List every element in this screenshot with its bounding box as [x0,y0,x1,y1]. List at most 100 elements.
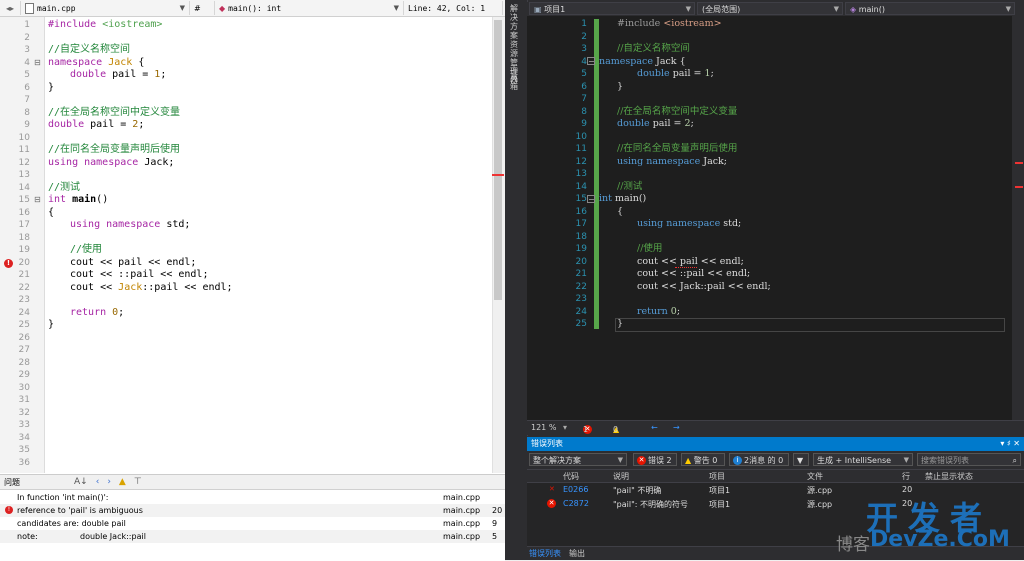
problem-message: note: [17,532,38,541]
line-number: 17 [18,220,30,230]
chevron-down-icon: ▼ [393,4,399,12]
function-dropdown[interactable]: ◈ main() ▼ [845,2,1015,15]
errors-filter-label: 错误 2 [648,456,672,465]
problem-message: reference to 'pail' is ambiguous [17,506,143,515]
error-list-toolbar: 整个解决方案 ▼ ✕ 错误 2 ▲ 警告 0 i 2消息 的 0 ▼ 生成 + In… [527,451,1024,469]
zoom-level[interactable]: 121 % [531,423,556,432]
sort-icon[interactable]: A↓ [74,477,88,487]
vs-code-line: cout << Jack::pail << endl; [637,280,771,292]
chevron-down-icon[interactable]: ▾ [563,423,567,432]
previous-icon[interactable]: ‹ [96,477,100,487]
line-number: 3 [581,44,587,54]
vs-code-line: //自定义名称空间 [617,43,690,54]
line-number: 25 [18,320,30,330]
line-number: 21 [18,270,30,280]
line-number: 2 [24,32,30,43]
tab-solution-explorer[interactable]: 解决方案资源管理器 [510,4,522,85]
line-number: 22 [575,281,587,292]
watermark-prefix: 博客 [836,535,870,555]
error-file: 源.cpp [807,486,833,495]
line-number: 16 [575,206,587,217]
line-number: 7 [24,95,30,105]
line-number: 32 [18,407,30,418]
column-project[interactable]: 项目 [709,471,725,482]
next-icon[interactable]: › [107,477,111,487]
error-project: 项目1 [709,486,731,495]
problem-row[interactable]: In function 'int main()': main.cpp [0,491,505,504]
code-token: int [48,194,67,205]
code-token: double [617,118,650,129]
line-number: 36 [18,457,30,468]
warnings-filter-button[interactable]: ▲ 警告 0 [681,453,725,466]
column-line[interactable]: 行 [902,471,910,482]
scope-dropdown[interactable]: (全局范围) ▼ [697,2,843,15]
column-description[interactable]: 说明 [613,471,629,482]
line-number: 30 [18,382,30,393]
search-input[interactable]: 搜索错误列表 ⌕ [917,453,1021,466]
code-area[interactable]: #include <iostream> //自定义名称空间 namespace … [48,17,488,473]
problem-row[interactable]: ! reference to 'pail' is ambiguous main.… [0,504,505,517]
build-filter-dropdown[interactable]: 生成 + IntelliSense ▼ [813,453,913,466]
column-code[interactable]: 代码 [563,471,579,482]
collapse-icon[interactable]: ⊟ [34,194,41,207]
chevron-down-icon: ▼ [1005,5,1011,13]
collapse-icon[interactable]: − [587,195,595,204]
warning-count-label: 0 [613,425,619,434]
messages-filter-button[interactable]: i 2消息 的 0 [729,453,789,466]
tab-error-list[interactable]: 错误列表 [529,548,561,559]
navigate-back-icon[interactable]: ← [651,423,658,432]
code-token: #include [48,19,97,30]
file-selector[interactable]: main.cpp ▼ [21,1,190,15]
code-token: pail = [649,118,685,129]
line-number: 11 [575,144,587,154]
column-suppression[interactable]: 禁止显示状态 [925,471,973,482]
problem-file: main.cpp [443,519,481,528]
function-selector[interactable]: ◆ main(): int ▼ [215,1,404,15]
line-number: 24 [575,306,587,317]
code-token: int [599,193,612,204]
code-token: double [637,68,670,79]
line-number: 14 [575,181,587,192]
vs-code-line: } [617,80,624,92]
vs-code-line: #include <iostream> [617,18,722,31]
code-line: return 0; [70,307,124,320]
collapse-icon[interactable]: ⊟ [34,57,41,70]
navigate-forward-icon[interactable]: → [673,423,680,432]
problem-file: main.cpp [443,506,481,515]
error-code[interactable]: E0266 [563,485,588,494]
line-number: 10 [18,132,30,143]
vs-code-line: int main() [599,193,646,206]
vs-code-editor[interactable]: 1 2 3 4 5 6 7 8 9 10 11 12 13 14 15 16 17 18 19 20 21 22 23 24 2… [527,16,1024,420]
panel-controls[interactable]: ▾ ♯ ✕ [1000,437,1020,451]
editor-toolbar: ◂▸ main.cpp ▼ # ◆ main(): int ▼ Line: 42… [0,0,505,17]
code-token: ; [138,119,145,130]
code-token: Jack; [138,156,175,168]
vs-code-line: cout << ::pail << endl; [637,268,751,279]
error-list-title: 错误列表 [531,439,563,448]
errors-filter-button[interactable]: ✕ 错误 2 [633,453,677,466]
function-icon: ◆ [219,3,226,13]
filter-icon[interactable]: ▼ [793,453,809,466]
filter-icon[interactable]: ⊤ [134,477,142,487]
tab-output[interactable]: 输出 [569,548,585,559]
problem-row[interactable]: candidates are: double pail main.cpp 9 [0,517,505,530]
scrollbar-thumb[interactable] [494,20,502,300]
vertical-scrollbar[interactable] [1012,16,1024,420]
collapse-icon[interactable]: − [587,57,595,66]
project-dropdown[interactable]: ▣ 项目1 ▼ [529,2,695,15]
tab-toolbox[interactable]: 工具箱 [510,64,522,91]
line-number: 19 [575,244,587,254]
code-token: <iostream> [660,18,722,29]
column-file[interactable]: 文件 [807,471,823,482]
problems-toolbar: A↓ ‹ › ▲ ⊤ [74,477,142,487]
scope-dropdown[interactable]: 整个解决方案 ▼ [529,453,627,466]
line-number: 33 [18,420,30,430]
nav-arrows[interactable]: ◂▸ [0,1,21,15]
code-token: Jack [118,281,143,293]
problems-panel: 问题 A↓ ‹ › ▲ ⊤ In function 'int main()': … [0,474,505,561]
error-code[interactable]: C2872 [563,499,589,508]
problem-row[interactable]: note: double Jack::pail main.cpp 5 [0,530,505,543]
warning-icon[interactable]: ▲ [119,477,126,487]
line-number: 15 [18,195,30,205]
error-marker [1015,162,1023,164]
